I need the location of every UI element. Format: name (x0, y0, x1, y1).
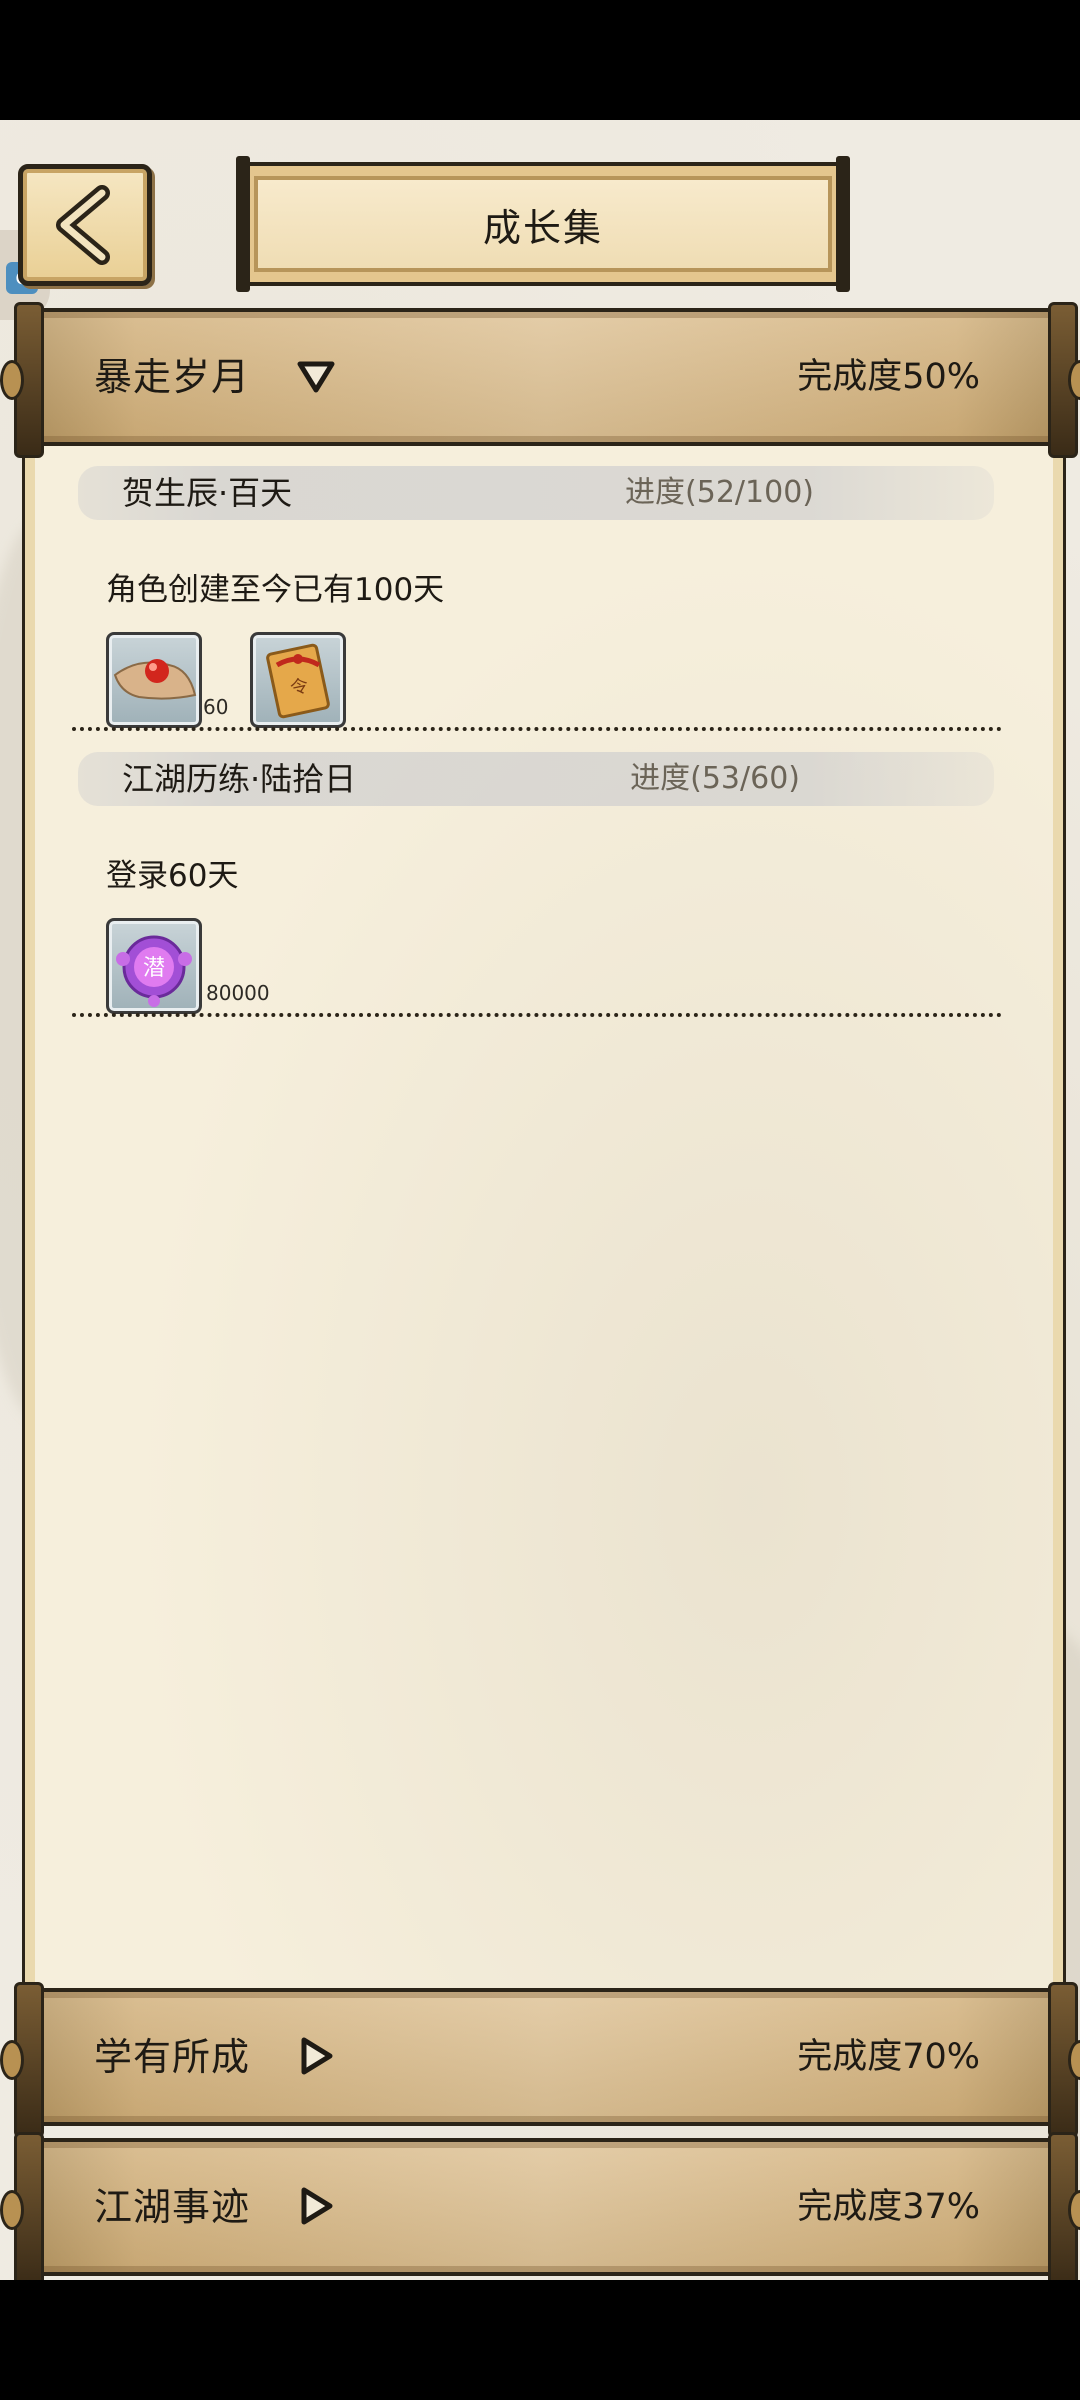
entry-name: 贺生辰·百天 (122, 474, 293, 512)
category-title: 暴走岁月 (94, 355, 251, 399)
scroll-knob-left (0, 2040, 24, 2080)
orb-glyph: 潜 (143, 956, 165, 981)
entry-name: 江湖历练·陆拾日 (122, 760, 357, 798)
category-bar-2[interactable]: 江湖事迹 完成度37% (0, 2132, 1080, 2280)
title-banner: 成长集 (236, 156, 850, 292)
category-bar-0[interactable]: 暴走岁月 完成度50% (0, 302, 1080, 458)
reward-qty: 80000 (206, 981, 270, 1005)
back-button[interactable] (18, 164, 152, 286)
category-title: 江湖事迹 (94, 2185, 251, 2229)
triangle-right-icon[interactable] (296, 2036, 336, 2076)
entry-progress: 进度(53/60) (630, 761, 800, 796)
entry-header-0: 贺生辰·百天 进度(52/100) (78, 466, 994, 520)
scroll-knob-left (0, 2190, 24, 2230)
triangle-right-icon[interactable] (296, 2186, 336, 2226)
game-screen: e 成长集 暴走岁月 完成度50% 贺生辰·百天 进度(52/100) 角色创建… (0, 120, 1080, 2280)
category-completion: 完成度50% (797, 357, 980, 397)
category-bar-1[interactable]: 学有所成 完成度70% (0, 1982, 1080, 2138)
triangle-down-icon[interactable] (296, 356, 336, 396)
entry-description: 角色创建至今已有100天 (106, 572, 445, 608)
entry-progress: 进度(52/100) (625, 475, 814, 510)
reward-slot[interactable]: 潜 (106, 918, 202, 1014)
reward-qty: 60 (203, 695, 229, 719)
category-completion: 完成度37% (797, 2187, 980, 2227)
category-completion: 完成度70% (797, 2037, 980, 2077)
chevron-left-icon (56, 185, 110, 265)
red-pill-on-cloth-icon (113, 659, 197, 700)
red-envelope-scroll-icon: 令 (266, 643, 330, 719)
category-title: 学有所成 (94, 2035, 251, 2079)
purple-potential-orb-icon: 潜 (116, 935, 192, 1007)
entry-divider (72, 1013, 1002, 1017)
entry-description: 登录60天 (106, 858, 239, 894)
reward-slot[interactable] (106, 632, 202, 728)
page-title: 成长集 (482, 205, 603, 250)
scroll-knob-left (0, 360, 24, 400)
reward-slot[interactable]: 令 (250, 632, 346, 728)
entry-header-1: 江湖历练·陆拾日 进度(53/60) (78, 752, 994, 806)
entry-divider (72, 727, 1002, 731)
